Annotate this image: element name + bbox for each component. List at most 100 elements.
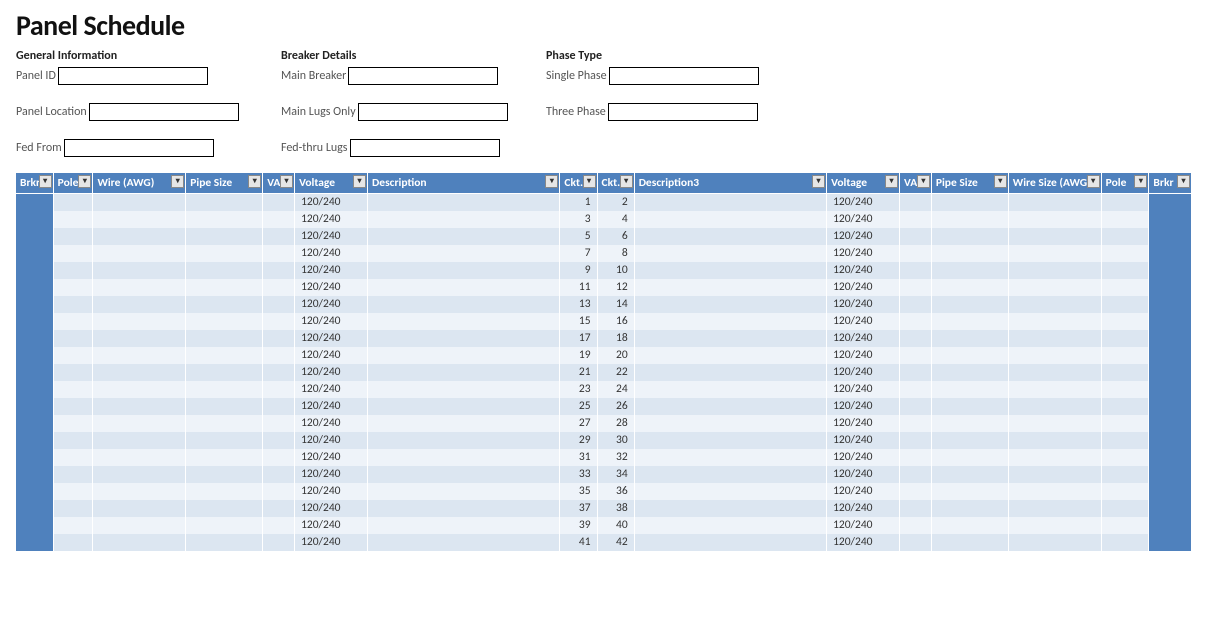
cell-va[interactable] bbox=[263, 228, 295, 245]
cell-description[interactable] bbox=[368, 381, 560, 398]
cell-pipe[interactable] bbox=[186, 313, 263, 330]
cell-brkr[interactable] bbox=[16, 313, 53, 330]
cell-brkr2[interactable] bbox=[1149, 364, 1192, 381]
cell-pipe[interactable] bbox=[186, 228, 263, 245]
cell-pipe[interactable] bbox=[186, 466, 263, 483]
cell-voltage[interactable]: 120/240 bbox=[295, 194, 368, 211]
cell-voltage2[interactable]: 120/240 bbox=[827, 517, 900, 534]
cell-wire2[interactable] bbox=[1008, 245, 1101, 262]
cell-voltage2[interactable]: 120/240 bbox=[827, 483, 900, 500]
cell-va[interactable] bbox=[263, 279, 295, 296]
cell-pipe[interactable] bbox=[186, 245, 263, 262]
cell-pole[interactable] bbox=[53, 364, 93, 381]
cell-voltage2[interactable]: 120/240 bbox=[827, 245, 900, 262]
cell-pole[interactable] bbox=[53, 517, 93, 534]
cell-pipe2[interactable] bbox=[931, 313, 1008, 330]
cell-va[interactable] bbox=[263, 381, 295, 398]
cell-description[interactable] bbox=[368, 228, 560, 245]
cell-pole[interactable] bbox=[53, 483, 93, 500]
cell-pole2[interactable] bbox=[1101, 432, 1149, 449]
col-ckt[interactable]: Ckt.▾ bbox=[560, 173, 597, 194]
cell-description3[interactable] bbox=[634, 313, 826, 330]
cell-ckt2[interactable]: 26 bbox=[597, 398, 634, 415]
cell-ckt2[interactable]: 32 bbox=[597, 449, 634, 466]
filter-icon[interactable]: ▾ bbox=[885, 175, 898, 188]
filter-icon[interactable]: ▾ bbox=[545, 175, 558, 188]
col-brkr2[interactable]: Brkr▾ bbox=[1149, 173, 1192, 194]
cell-brkr[interactable] bbox=[16, 211, 53, 228]
cell-ckt2[interactable]: 38 bbox=[597, 500, 634, 517]
cell-brkr[interactable] bbox=[16, 415, 53, 432]
cell-description3[interactable] bbox=[634, 228, 826, 245]
cell-voltage2[interactable]: 120/240 bbox=[827, 415, 900, 432]
cell-ckt[interactable]: 23 bbox=[560, 381, 597, 398]
cell-va2[interactable] bbox=[900, 330, 932, 347]
cell-pipe[interactable] bbox=[186, 449, 263, 466]
cell-pole[interactable] bbox=[53, 381, 93, 398]
cell-pipe2[interactable] bbox=[931, 466, 1008, 483]
cell-pole2[interactable] bbox=[1101, 364, 1149, 381]
cell-description[interactable] bbox=[368, 398, 560, 415]
cell-wire[interactable] bbox=[93, 330, 186, 347]
cell-description[interactable] bbox=[368, 466, 560, 483]
cell-pipe2[interactable] bbox=[931, 228, 1008, 245]
cell-brkr[interactable] bbox=[16, 534, 53, 551]
cell-va2[interactable] bbox=[900, 313, 932, 330]
three-phase-input[interactable] bbox=[608, 103, 758, 121]
cell-wire2[interactable] bbox=[1008, 500, 1101, 517]
cell-va2[interactable] bbox=[900, 500, 932, 517]
main-lugs-input[interactable] bbox=[358, 103, 508, 121]
cell-wire2[interactable] bbox=[1008, 483, 1101, 500]
cell-wire2[interactable] bbox=[1008, 330, 1101, 347]
cell-brkr2[interactable] bbox=[1149, 466, 1192, 483]
cell-description[interactable] bbox=[368, 296, 560, 313]
cell-pipe[interactable] bbox=[186, 347, 263, 364]
cell-description3[interactable] bbox=[634, 381, 826, 398]
cell-pole2[interactable] bbox=[1101, 347, 1149, 364]
cell-ckt2[interactable]: 28 bbox=[597, 415, 634, 432]
cell-wire2[interactable] bbox=[1008, 466, 1101, 483]
cell-pipe[interactable] bbox=[186, 330, 263, 347]
cell-brkr[interactable] bbox=[16, 466, 53, 483]
cell-voltage[interactable]: 120/240 bbox=[295, 534, 368, 551]
cell-va2[interactable] bbox=[900, 228, 932, 245]
filter-icon[interactable]: ▾ bbox=[1134, 175, 1147, 188]
cell-voltage2[interactable]: 120/240 bbox=[827, 432, 900, 449]
cell-pole[interactable] bbox=[53, 313, 93, 330]
cell-va[interactable] bbox=[263, 194, 295, 211]
cell-brkr2[interactable] bbox=[1149, 194, 1192, 211]
cell-wire[interactable] bbox=[93, 398, 186, 415]
cell-wire[interactable] bbox=[93, 449, 186, 466]
cell-voltage2[interactable]: 120/240 bbox=[827, 398, 900, 415]
cell-pole[interactable] bbox=[53, 466, 93, 483]
cell-pole[interactable] bbox=[53, 211, 93, 228]
cell-voltage[interactable]: 120/240 bbox=[295, 262, 368, 279]
cell-description[interactable] bbox=[368, 330, 560, 347]
cell-ckt2[interactable]: 24 bbox=[597, 381, 634, 398]
cell-brkr2[interactable] bbox=[1149, 228, 1192, 245]
cell-va2[interactable] bbox=[900, 262, 932, 279]
cell-ckt[interactable]: 15 bbox=[560, 313, 597, 330]
cell-pipe2[interactable] bbox=[931, 296, 1008, 313]
cell-pipe[interactable] bbox=[186, 381, 263, 398]
cell-pole[interactable] bbox=[53, 500, 93, 517]
cell-ckt2[interactable]: 6 bbox=[597, 228, 634, 245]
col-voltage[interactable]: Voltage▾ bbox=[295, 173, 368, 194]
cell-pipe[interactable] bbox=[186, 262, 263, 279]
cell-brkr2[interactable] bbox=[1149, 500, 1192, 517]
cell-va2[interactable] bbox=[900, 466, 932, 483]
cell-description3[interactable] bbox=[634, 330, 826, 347]
cell-wire[interactable] bbox=[93, 517, 186, 534]
cell-ckt2[interactable]: 36 bbox=[597, 483, 634, 500]
cell-voltage2[interactable]: 120/240 bbox=[827, 534, 900, 551]
cell-pipe2[interactable] bbox=[931, 279, 1008, 296]
col-wire[interactable]: Wire (AWG)▾ bbox=[93, 173, 186, 194]
cell-voltage2[interactable]: 120/240 bbox=[827, 449, 900, 466]
cell-wire2[interactable] bbox=[1008, 534, 1101, 551]
cell-va2[interactable] bbox=[900, 449, 932, 466]
cell-voltage[interactable]: 120/240 bbox=[295, 211, 368, 228]
cell-wire2[interactable] bbox=[1008, 364, 1101, 381]
cell-brkr[interactable] bbox=[16, 228, 53, 245]
cell-pipe2[interactable] bbox=[931, 432, 1008, 449]
cell-ckt[interactable]: 21 bbox=[560, 364, 597, 381]
